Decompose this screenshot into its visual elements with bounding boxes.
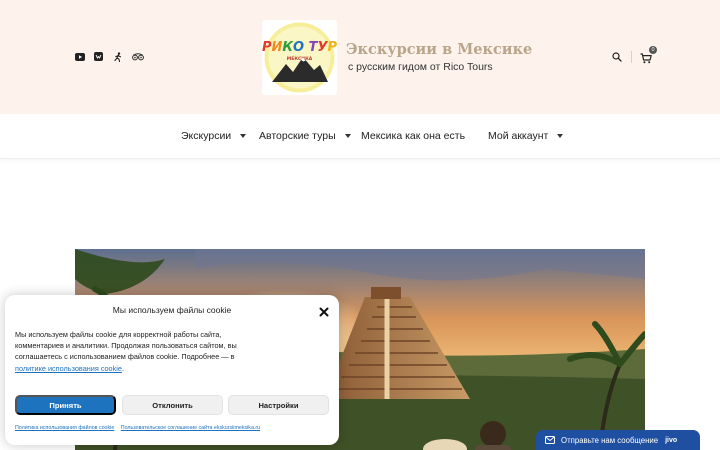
cookie-policy-link[interactable]: политике использования cookie — [15, 364, 122, 373]
search-icon[interactable] — [612, 52, 622, 62]
chevron-down-icon — [557, 134, 564, 138]
preferences-button[interactable]: Настройки — [228, 395, 329, 415]
close-icon[interactable] — [319, 304, 329, 317]
site-tagline: с русским гидом от Rico Tours — [348, 61, 493, 73]
nav-item-mexico-as-it-is[interactable]: Мексика как она есть — [361, 130, 465, 142]
mail-icon — [545, 436, 555, 444]
cookie-consent-banner: Мы используем файлы cookie Мы используем… — [5, 295, 339, 445]
divider — [631, 51, 632, 63]
youtube-icon[interactable] — [74, 51, 85, 62]
chevron-down-icon — [240, 134, 247, 138]
site-logo[interactable]: РИКО ТУР МЕКСИКА — [262, 20, 337, 95]
nav-item-author-tours[interactable]: Авторские туры — [259, 130, 351, 142]
cookie-footer-links: Политика использования файлов cookie Пол… — [15, 425, 265, 431]
tripster-icon[interactable] — [112, 51, 123, 62]
accept-button[interactable]: Принять — [15, 395, 116, 415]
site-header: РИКО ТУР МЕКСИКА Экскурсии в Мексике с р… — [0, 0, 720, 114]
nav-item-label: Экскурсии — [181, 130, 232, 142]
cookie-message-text: Мы используем файлы cookie для корректно… — [15, 330, 237, 362]
svg-text:МЕКСИКА: МЕКСИКА — [287, 56, 313, 62]
nav-item-label: Авторские туры — [259, 130, 336, 142]
cookie-policy-footer-link[interactable]: Политика использования файлов cookie — [15, 425, 114, 431]
chat-label: Отправьте нам сообщение — [561, 435, 659, 445]
chat-widget-button[interactable]: Отправьте нам сообщение jivo — [536, 430, 700, 450]
tripadvisor-icon[interactable] — [131, 51, 144, 62]
jivo-logo: jivo — [665, 436, 678, 444]
page: РИКО ТУР МЕКСИКА Экскурсии в Мексике с р… — [0, 0, 720, 450]
social-links — [74, 51, 144, 62]
nav-item-label: Мексика как она есть — [361, 130, 466, 142]
svg-text:РИКО ТУР: РИКО ТУР — [262, 40, 337, 55]
nav-item-excursions[interactable]: Экскурсии — [181, 130, 247, 142]
deny-button[interactable]: Отклонить — [122, 395, 223, 415]
user-agreement-link[interactable]: Пользовательское соглашение сайта ekskur… — [121, 425, 260, 431]
cookie-title: Мы используем файлы cookie — [112, 305, 232, 315]
site-title[interactable]: Экскурсии в Мексике — [346, 41, 532, 58]
nav-item-label: Мой аккаунт — [488, 130, 549, 142]
chevron-down-icon — [344, 134, 351, 138]
cookie-message: Мы используем файлы cookie для корректно… — [15, 329, 265, 374]
main-navigation: Экскурсии Авторские туры Мексика как она… — [0, 114, 720, 159]
period: . — [121, 363, 124, 373]
cart-button[interactable]: 0 — [640, 46, 657, 64]
cart-icon — [640, 53, 652, 64]
nav-item-my-account[interactable]: Мой аккаунт — [488, 130, 564, 142]
cart-count-badge: 0 — [649, 46, 657, 54]
header-tools: 0 — [612, 46, 657, 64]
vk-icon[interactable] — [93, 51, 104, 62]
